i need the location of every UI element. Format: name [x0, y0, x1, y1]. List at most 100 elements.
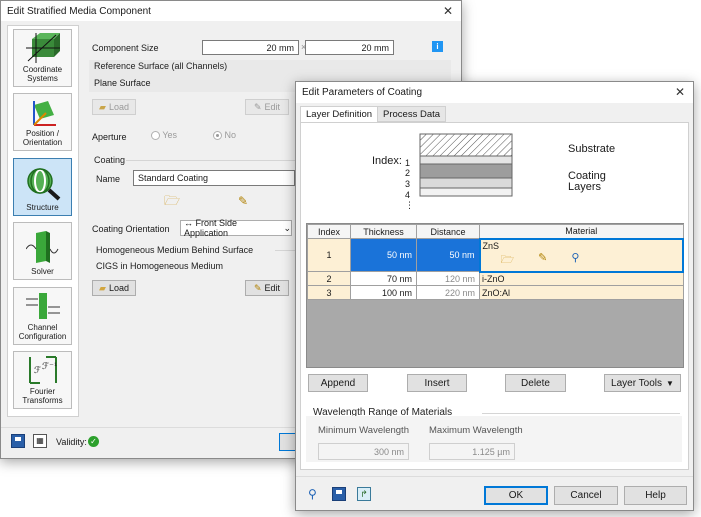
material-name: ZnS — [482, 240, 500, 251]
cell-material[interactable]: i-ZnO — [479, 271, 684, 286]
wavelength-separator — [482, 413, 680, 414]
footer-search-icon[interactable]: ⚲ — [308, 487, 322, 501]
table-row[interactable]: 2 70 nm 120 nm i-ZnO — [307, 271, 684, 286]
sidebar-item-channel-configuration[interactable]: Channel Configuration — [13, 287, 72, 345]
cell-distance: 220 nm — [416, 285, 480, 300]
component-size-label: Component Size — [92, 43, 159, 53]
svg-text:ℱ: ℱ — [34, 366, 41, 376]
help-button[interactable]: Help — [624, 486, 687, 505]
size-y-field[interactable]: 20 mm — [305, 40, 394, 55]
layer-tools-button[interactable]: Layer Tools ▼ — [604, 374, 681, 392]
coating-load-folder-icon[interactable]: 🗁 — [164, 194, 180, 208]
name-label: Name — [96, 174, 121, 184]
layer-stack-illustration — [419, 133, 513, 197]
index-4: 4 — [405, 190, 411, 200]
validity-label: Validity: — [56, 437, 87, 447]
material-folder-icon[interactable]: 🗁 — [501, 251, 515, 270]
dialog-title: Edit Stratified Media Component — [7, 5, 151, 17]
aperture-yes-radio[interactable]: Yes — [151, 130, 177, 141]
cell-material[interactable]: ZnS 🗁 ✎ ⚲ — [478, 237, 684, 273]
index-3: 3 — [405, 179, 411, 189]
sidebar-item-coordinate-systems[interactable]: Coordinate Systems — [13, 29, 72, 87]
catalog-icon[interactable]: ▦ — [33, 434, 47, 448]
table-row[interactable]: 1 50 nm 50 nm ZnS 🗁 ✎ ⚲ — [307, 237, 684, 273]
info-icon[interactable]: i — [432, 41, 443, 52]
header-distance: Distance — [416, 224, 480, 239]
cell-thickness[interactable]: 100 nm — [350, 285, 417, 300]
reference-load-button[interactable]: ▰ Load — [92, 99, 136, 115]
coating-separator — [126, 160, 296, 161]
close-icon[interactable]: ✕ — [443, 4, 453, 18]
sidebar-item-fourier-transforms[interactable]: ℱ ℱ⁻¹ Fourier Transforms — [13, 351, 72, 409]
cell-distance[interactable]: 50 nm — [416, 238, 480, 272]
material-edit-pencil-icon[interactable]: ✎ — [538, 251, 547, 270]
footer-export-icon[interactable]: ↱ — [357, 487, 371, 501]
homogeneous-medium-title: Homogeneous Medium Behind Surface — [96, 245, 254, 255]
header-thickness: Thickness — [350, 224, 417, 239]
cell-distance: 120 nm — [416, 271, 480, 286]
footer-save-icon[interactable] — [332, 487, 346, 501]
save-icon[interactable] — [11, 434, 25, 448]
reference-edit-button[interactable]: ✎ Edit — [245, 99, 289, 115]
cell-thickness[interactable]: 70 nm — [350, 271, 417, 286]
sidebar-item-structure[interactable]: Structure — [13, 158, 72, 216]
aperture-no-radio[interactable]: No — [213, 130, 236, 141]
index-label: Index: — [372, 155, 402, 167]
table-row[interactable]: 3 100 nm 220 nm ZnO:Al — [307, 285, 684, 300]
insert-button[interactable]: Insert — [407, 374, 467, 392]
folder-icon: ▰ — [99, 282, 106, 293]
cancel-button[interactable]: Cancel — [554, 486, 618, 505]
cell-index: 3 — [307, 285, 351, 300]
coating-name-field[interactable]: Standard Coating — [133, 170, 295, 186]
reference-surface-value: Plane Surface — [94, 78, 151, 88]
title-bar: Edit Stratified Media Component ✕ — [1, 1, 461, 21]
svg-text:ℱ⁻¹: ℱ⁻¹ — [42, 362, 57, 372]
dropdown-arrow-icon: ▼ — [666, 378, 674, 388]
min-wavelength-label: Minimum Wavelength — [318, 425, 409, 436]
fourier-transforms-icon: ℱ ℱ⁻¹ — [28, 356, 57, 384]
chevron-down-icon: ⌄ — [283, 222, 291, 233]
structure-icon — [26, 168, 60, 201]
medium-edit-button[interactable]: ✎ Edit — [245, 280, 289, 296]
radio-no-icon — [213, 131, 222, 141]
medium-load-button[interactable]: ▰ Load — [92, 280, 136, 296]
title-bar: Edit Parameters of Coating ✕ — [296, 82, 693, 103]
ok-button[interactable]: OK — [484, 486, 548, 505]
coating-parameters-dialog: Edit Parameters of Coating ✕ Layer Defin… — [295, 81, 694, 511]
coating-title: Coating — [94, 155, 126, 165]
index-ellipsis: ⋮ — [405, 200, 414, 210]
material-search-icon[interactable]: ⚲ — [571, 251, 579, 270]
max-wavelength-field: 1.125 µm — [429, 443, 515, 460]
pencil-icon: ✎ — [253, 101, 262, 112]
coating-orientation-select[interactable]: ↔ Front Side Application ⌄ — [180, 218, 292, 238]
tab-layer-definition[interactable]: Layer Definition — [300, 106, 379, 122]
header-material: Material — [479, 224, 684, 239]
delete-button[interactable]: Delete — [505, 374, 566, 392]
cell-material[interactable]: ZnO:Al — [479, 285, 684, 300]
coordinate-systems-icon — [25, 33, 60, 63]
reference-surface-title: Reference Surface (all Channels) — [94, 61, 228, 71]
channel-configuration-icon — [25, 293, 60, 319]
tab-process-data[interactable]: Process Data — [377, 106, 447, 122]
cell-index: 2 — [307, 271, 351, 286]
coating-layers-label: Coating Layers — [568, 170, 606, 193]
append-button[interactable]: Append — [308, 374, 368, 392]
sidebar-item-solver[interactable]: Solver — [13, 222, 72, 280]
coating-orientation-label: Coating Orientation — [92, 224, 170, 234]
solver-icon — [25, 231, 58, 263]
radio-yes-icon — [151, 131, 160, 141]
coating-edit-pencil-icon[interactable]: ✎ — [238, 194, 254, 208]
validity-ok-icon: ✓ — [88, 436, 99, 447]
header-index: Index — [307, 224, 351, 239]
sidebar-item-position-orientation[interactable]: Position / Orientation — [13, 93, 72, 151]
close-icon[interactable]: ✕ — [675, 85, 685, 99]
cell-thickness[interactable]: 50 nm — [350, 238, 417, 272]
min-wavelength-field: 300 nm — [318, 443, 409, 460]
index-2: 2 — [405, 168, 411, 178]
table-header-row: Index Thickness Distance Material — [307, 224, 684, 239]
index-1: 1 — [405, 158, 411, 168]
substrate-label: Substrate — [568, 143, 616, 155]
size-x-field[interactable]: 20 mm — [202, 40, 299, 55]
aperture-label: Aperture — [92, 132, 127, 142]
pencil-icon: ✎ — [253, 282, 262, 293]
